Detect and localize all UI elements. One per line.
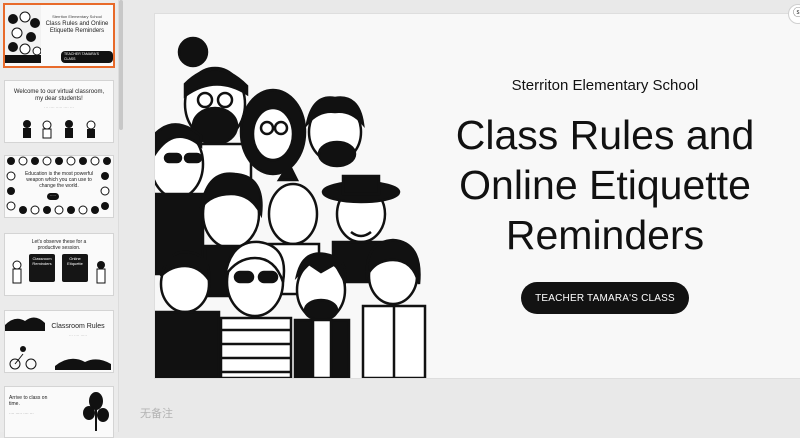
thumb-pill: TEACHER TAMARA'S CLASS (61, 51, 113, 63)
thumb-subtext: ··· ···· ····· (68, 333, 88, 338)
person-illustration (96, 261, 106, 284)
slide-canvas[interactable]: Sterriton Elementary School Class Rules … (155, 14, 800, 378)
thumb-subtext: ··· ···· ····· ···· ··· (44, 105, 74, 110)
thumbnail-scrollbar[interactable] (119, 0, 123, 130)
thumb-school: Sterriton Elementary School (52, 14, 102, 19)
thumb-pill: ····· (47, 193, 59, 200)
slide-thumbnail-4[interactable]: Let's observe these for a productive ses… (4, 233, 114, 296)
thumb-title: Arrive to class on time. (9, 395, 48, 407)
thumb-title: Let's observe these for a productive ses… (31, 239, 87, 251)
cyclist-illustration (9, 346, 111, 370)
teacher-class-button[interactable]: TEACHER TAMARA'S CLASS (521, 282, 689, 314)
slide-thumbnail-3[interactable]: Education is the most powerful weapon wh… (4, 155, 114, 218)
speaker-notes-placeholder[interactable]: 无备注 (140, 405, 173, 421)
crowd-illustration (155, 36, 427, 378)
thumb-title: Welcome to our virtual classroom, my dea… (13, 89, 105, 102)
slide-thumbnail-5[interactable]: Classroom Rules ··· ···· ····· (4, 310, 114, 373)
thumb-title: Education is the most powerful weapon wh… (24, 171, 94, 189)
people-illustration (23, 120, 96, 139)
thumb-title: Class Rules and Online Etiquette Reminde… (45, 21, 109, 34)
slide-title: Class Rules and Online Etiquette Reminde… (455, 112, 755, 258)
slide-thumbnail-panel: Sterriton Elementary School Class Rules … (0, 0, 119, 438)
school-name: Sterriton Elementary School (511, 77, 699, 94)
thumb-subtext: ···· ····· ···· ··· (9, 411, 34, 416)
person-illustration (12, 260, 22, 284)
thumb-title: Classroom Rules (51, 323, 105, 330)
thumb-box-classroom: Classroom Reminders (29, 254, 55, 282)
slide-thumbnail-1[interactable]: Sterriton Elementary School Class Rules … (3, 3, 115, 68)
slide-thumbnail-2[interactable]: Welcome to our virtual classroom, my dea… (4, 80, 114, 143)
thumb-box-etiquette: Online Etiquette (62, 254, 88, 282)
people-illustration (5, 5, 41, 63)
plant-illustration (83, 392, 109, 431)
slide-thumbnail-6[interactable]: Arrive to class on time. ···· ····· ····… (4, 386, 114, 438)
